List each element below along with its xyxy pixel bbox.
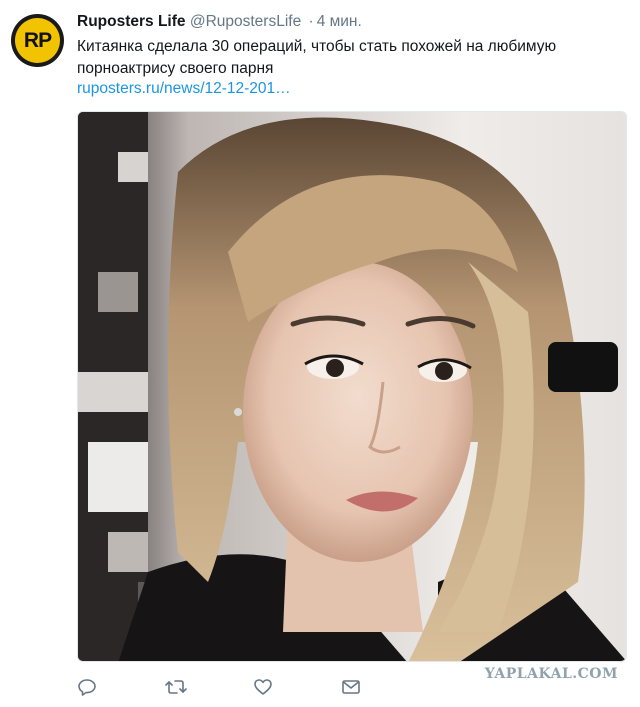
watermark: YAPLAKAL.COM [484, 666, 618, 682]
separator: · [308, 13, 314, 30]
retweet-button[interactable] [165, 675, 253, 699]
retweet-icon [165, 680, 187, 694]
direct-message-button[interactable] [341, 675, 429, 699]
tweet-text: Китаянка сделала 30 операций, чтобы стат… [77, 38, 557, 77]
tweet-timestamp[interactable]: 4 мин. [317, 13, 362, 30]
tweet-actions [77, 675, 429, 699]
author-name[interactable]: Ruposters Life [77, 13, 186, 30]
avatar[interactable]: RP [11, 14, 64, 67]
tweet-header: Ruposters Life @RupostersLife · 4 мин. [77, 12, 362, 32]
tweet-link[interactable]: ruposters.ru/news/12-12-201… [77, 79, 291, 99]
reply-icon [78, 679, 96, 696]
photo-image [78, 112, 626, 661]
like-button[interactable] [253, 675, 341, 699]
tweet-photo[interactable] [77, 111, 627, 662]
direct-message-icon [342, 680, 360, 694]
avatar-logo: RP [15, 18, 60, 63]
reply-button[interactable] [77, 675, 165, 699]
author-handle[interactable]: @RupostersLife [190, 13, 301, 30]
like-icon [254, 679, 272, 695]
